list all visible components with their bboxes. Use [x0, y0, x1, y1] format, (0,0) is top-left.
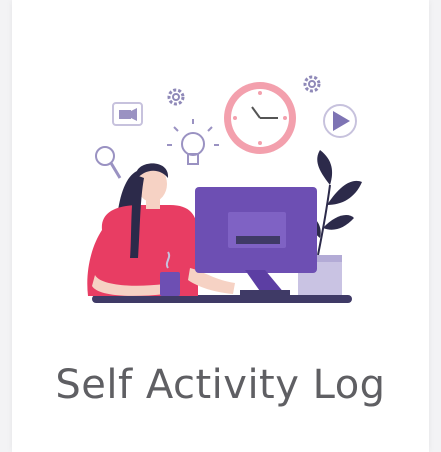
- video-camera-icon: [112, 102, 143, 126]
- gear-icon-2: [303, 75, 321, 93]
- page-title: Self Activity Log: [55, 362, 386, 408]
- activity-illustration: [87, 75, 362, 303]
- lightbulb-icon: [167, 119, 219, 165]
- desk: [92, 295, 352, 303]
- magnifier-icon: [95, 146, 122, 179]
- clock-icon: [224, 82, 296, 154]
- play-icon: [323, 104, 357, 138]
- gear-icon: [167, 88, 185, 106]
